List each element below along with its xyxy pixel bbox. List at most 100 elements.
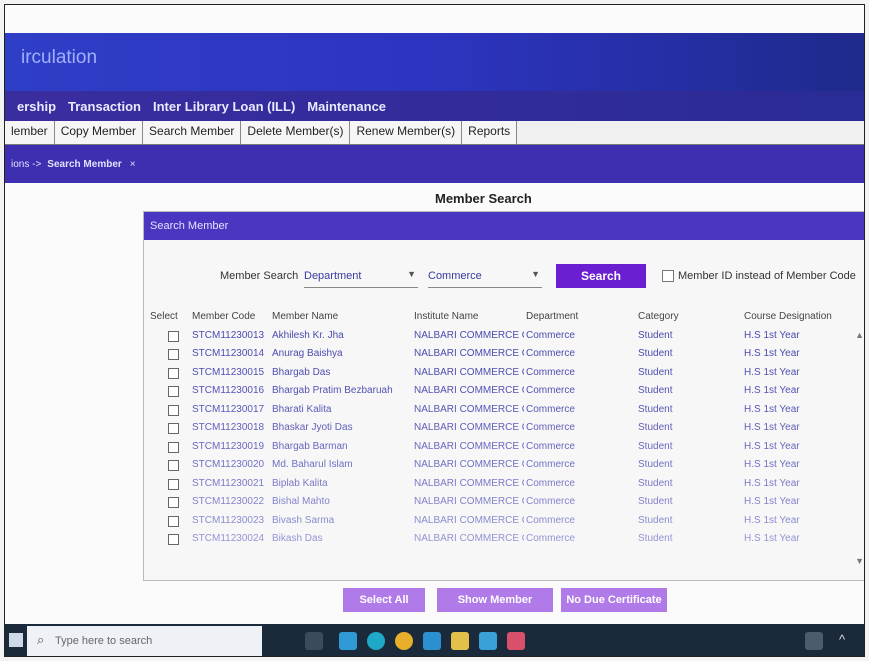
edge-browser-icon[interactable] [367, 632, 385, 650]
tab-copy-member[interactable]: Copy Member [54, 121, 144, 144]
row-select-checkbox[interactable] [168, 441, 179, 453]
row-select-checkbox[interactable] [168, 534, 179, 545]
windows-start-icon[interactable] [9, 633, 23, 647]
cell-institute-name: NALBARI COMMERCE C [414, 496, 524, 507]
search-by-select[interactable]: Department ▼ [304, 266, 418, 288]
calculator-icon[interactable] [479, 632, 497, 650]
cell-member-code: STCM11230022 [192, 496, 265, 507]
task-view-icon[interactable] [305, 632, 323, 650]
select-all-button[interactable]: Select All [343, 588, 425, 612]
menu-maintenance[interactable]: Maintenance [307, 99, 386, 114]
chevron-up-icon[interactable]: ^ [839, 632, 845, 647]
member-id-checkbox[interactable] [662, 270, 674, 282]
app-icon[interactable] [507, 632, 525, 650]
cell-institute-name: NALBARI COMMERCE C [414, 422, 524, 433]
cell-member-code: STCM11230023 [192, 514, 265, 526]
search-value-select[interactable]: Commerce ▼ [428, 266, 542, 288]
header-category[interactable]: Category [638, 311, 679, 322]
row-select-checkbox[interactable] [168, 497, 179, 508]
search-value: Commerce [428, 270, 482, 282]
cell-member-name: Anurag Baishya [272, 348, 343, 359]
cell-course-designation: H.S 1st Year [744, 533, 800, 544]
cell-course-designation: H.S 1st Year [744, 496, 800, 507]
cell-member-name: Akhilesh Kr. Jha [272, 329, 344, 341]
cell-category: Student [638, 459, 673, 470]
breadcrumb-path[interactable]: ions -> [11, 159, 41, 170]
scroll-up-icon[interactable]: ▲ [855, 330, 864, 340]
row-select-checkbox[interactable] [168, 460, 179, 471]
table-row[interactable]: STCM11230024 Bikash Das NALBARI COMMERCE C… [150, 530, 864, 549]
cell-category: Student [638, 366, 673, 378]
table-row[interactable]: STCM11230014 Anurag Baishya NALBARI COMMER… [150, 345, 864, 364]
breadcrumb: ions -> Search Member × [5, 145, 864, 183]
store-icon[interactable] [423, 632, 441, 650]
member-search-label: Member Search [220, 270, 299, 282]
menu-ill[interactable]: Inter Library Loan (ILL) [153, 99, 295, 114]
table-row[interactable]: STCM11230018 Bhaskar Jyoti Das NALBARI COM… [150, 419, 864, 438]
header-select: Select [150, 311, 178, 322]
cell-member-name: Bivash Sarma [272, 514, 335, 526]
mail-icon[interactable] [339, 632, 357, 650]
no-due-certificate-button[interactable]: No Due Certificate [561, 588, 667, 612]
table-row[interactable]: STCM11230013 Akhilesh Kr. Jha NALBARI COMM… [150, 327, 864, 346]
table-row[interactable]: STCM11230021 Biplab Kalita NALBARI COMMERC… [150, 475, 864, 494]
panel-heading: Search Member [144, 212, 864, 240]
row-select-checkbox[interactable] [168, 423, 179, 434]
cell-member-name: Bikash Das [272, 533, 323, 544]
chevron-down-icon: ▼ [531, 269, 540, 279]
tab-reports[interactable]: Reports [462, 121, 518, 144]
close-tab-icon[interactable]: × [130, 159, 136, 170]
scroll-down-icon[interactable]: ▼ [855, 556, 864, 566]
show-member-button[interactable]: Show Member [437, 588, 553, 612]
menu-transaction[interactable]: Transaction [68, 99, 141, 114]
tab-delete-members[interactable]: Delete Member(s) [241, 121, 351, 144]
row-select-checkbox[interactable] [168, 349, 179, 360]
search-button[interactable]: Search [556, 264, 646, 288]
taskbar-search-input[interactable]: ⌕ Type here to search [27, 626, 262, 656]
row-select-checkbox[interactable] [168, 515, 179, 527]
cell-institute-name: NALBARI COMMERCE C [414, 329, 524, 341]
cell-member-code: STCM11230020 [192, 459, 265, 470]
tab-search-member[interactable]: Search Member [143, 121, 242, 144]
table-row[interactable]: STCM11230020 Md. Baharul Islam NALBARI COM… [150, 456, 864, 475]
cell-category: Student [638, 477, 673, 489]
row-select-checkbox[interactable] [168, 404, 179, 416]
cell-department: Commerce [526, 496, 575, 507]
header-institute-name[interactable]: Institute Name [414, 311, 524, 322]
tab-renew-members[interactable]: Renew Member(s) [350, 121, 463, 144]
menu-membership[interactable]: ership [17, 99, 56, 114]
table-row[interactable]: STCM11230023 Bivash Sarma NALBARI COMMERCE… [150, 512, 864, 531]
table-row[interactable]: STCM11230022 Bishal Mahto NALBARI COMMERCE… [150, 493, 864, 512]
header-course-designation[interactable]: Course Designation [744, 311, 832, 322]
cell-department: Commerce [526, 477, 575, 489]
cell-member-name: Bhargab Das [272, 366, 331, 378]
search-member-panel: Search Member Member Search Department ▼… [143, 211, 864, 581]
row-select-checkbox[interactable] [168, 367, 179, 379]
keyboard-icon[interactable] [805, 632, 823, 650]
page-title: Member Search [435, 191, 532, 206]
cell-institute-name: NALBARI COMMERCE C [414, 459, 524, 470]
cell-member-name: Md. Baharul Islam [272, 459, 353, 470]
cell-institute-name: NALBARI COMMERCE C [414, 440, 524, 452]
header-member-name[interactable]: Member Name [272, 311, 338, 322]
table-row[interactable]: STCM11230017 Bharati Kalita NALBARI COMMER… [150, 401, 864, 420]
row-select-checkbox[interactable] [168, 386, 179, 397]
row-select-checkbox[interactable] [168, 330, 179, 342]
cell-institute-name: NALBARI COMMERCE C [414, 514, 524, 526]
cell-department: Commerce [526, 514, 575, 526]
header-member-code[interactable]: Member Code [192, 311, 255, 322]
cell-institute-name: NALBARI COMMERCE C [414, 403, 524, 415]
file-explorer-icon[interactable] [451, 632, 469, 650]
chrome-browser-icon[interactable] [395, 632, 413, 650]
chevron-down-icon: ▼ [407, 269, 416, 279]
tab-member[interactable]: lember [5, 121, 55, 144]
cell-member-code: STCM11230017 [192, 403, 265, 415]
table-row[interactable]: STCM11230015 Bhargab Das NALBARI COMMERCE … [150, 364, 864, 383]
table-row[interactable]: STCM11230019 Bhargab Barman NALBARI COMMER… [150, 438, 864, 457]
cell-department: Commerce [526, 329, 575, 341]
table-row[interactable]: STCM11230016 Bhargab Pratim Bezbaruah NALB… [150, 382, 864, 401]
header-department[interactable]: Department [526, 311, 578, 322]
cell-member-name: Bharati Kalita [272, 403, 332, 415]
row-select-checkbox[interactable] [168, 478, 179, 490]
cell-member-code: STCM11230016 [192, 385, 265, 396]
